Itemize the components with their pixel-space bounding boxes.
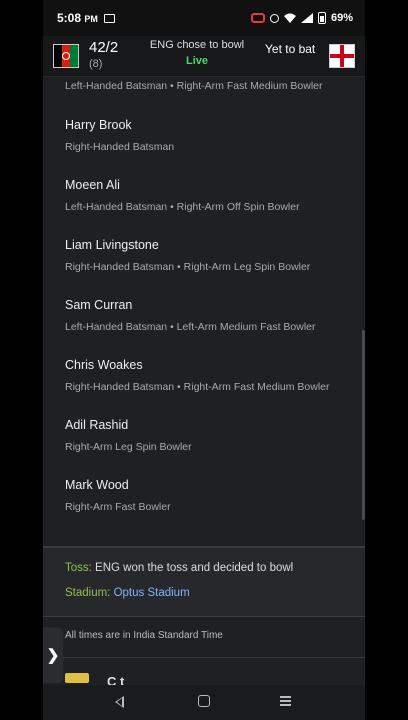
player-item[interactable]: Sam Curran Left-Handed Batsman • Left-Ar… bbox=[65, 298, 355, 333]
team1-overs: (8) bbox=[89, 58, 103, 70]
status-left: 5:08 PM bbox=[57, 11, 115, 25]
team2-status: Yet to bat bbox=[265, 42, 316, 56]
player-name: Moeen Ali bbox=[65, 178, 120, 192]
screen-record-icon bbox=[250, 13, 265, 23]
back-icon[interactable] bbox=[115, 696, 124, 708]
match-info-panel: Toss: ENG won the toss and decided to bo… bbox=[43, 548, 365, 616]
player-name: Mark Wood bbox=[65, 478, 129, 492]
score-header[interactable]: 42/2 (8) ENG chose to bowl Live Yet to b… bbox=[43, 36, 365, 77]
player-item[interactable]: Mark Wood Right-Arm Fast Bowler bbox=[65, 478, 355, 513]
player-item[interactable]: Adil Rashid Right-Arm Leg Spin Bowler bbox=[65, 418, 355, 453]
wifi-icon bbox=[283, 13, 296, 23]
alarm-icon bbox=[269, 13, 279, 23]
england-flag-icon bbox=[329, 44, 355, 68]
player-role: Left-Handed Batsman • Right-Arm Off Spin… bbox=[65, 201, 300, 213]
live-badge: Live bbox=[185, 55, 208, 67]
chevron-right-icon: ❯ bbox=[46, 647, 60, 664]
player-name: Sam Curran bbox=[65, 298, 133, 312]
recent-apps-icon[interactable] bbox=[280, 696, 291, 706]
timezone-note: All times are in India Standard Time bbox=[65, 630, 223, 641]
home-icon[interactable] bbox=[198, 695, 210, 707]
battery-percent: 69% bbox=[330, 12, 353, 24]
stadium-label: Stadium: bbox=[65, 587, 111, 599]
player-name: Liam Livingstone bbox=[65, 238, 159, 252]
player-role: Right-Arm Leg Spin Bowler bbox=[65, 441, 192, 453]
screen-cast-icon bbox=[103, 13, 115, 23]
player-item[interactable]: Liam Livingstone Right-Handed Batsman • … bbox=[65, 238, 355, 273]
clock-time: 5:08 bbox=[57, 11, 82, 25]
section-divider bbox=[43, 616, 365, 617]
player-role: Right-Handed Batsman • Right-Arm Leg Spi… bbox=[65, 261, 311, 273]
section-icon bbox=[65, 673, 89, 683]
player-item[interactable]: Harry Brook Right-Handed Batsman bbox=[65, 118, 355, 153]
player-item[interactable]: Chris Woakes Right-Handed Batsman • Righ… bbox=[65, 358, 355, 393]
side-panel-handle[interactable]: ❯ bbox=[43, 627, 63, 683]
app-screen: 5:08 PM 69% 42/2 (8) ENG chose to bowl L… bbox=[43, 0, 365, 720]
toss-label: Toss: bbox=[65, 562, 92, 574]
status-bar: 5:08 PM 69% bbox=[43, 0, 365, 36]
battery-icon bbox=[317, 12, 326, 24]
clock-ampm: PM bbox=[84, 14, 98, 24]
clock: 5:08 PM bbox=[57, 11, 98, 25]
toss-info: Toss: ENG won the toss and decided to bo… bbox=[65, 562, 293, 574]
afghanistan-flag-icon bbox=[53, 44, 79, 68]
status-right: 69% bbox=[250, 12, 353, 24]
stadium-link[interactable]: Optus Stadium bbox=[114, 587, 190, 599]
player-name: Chris Woakes bbox=[65, 358, 143, 372]
player-role: Right-Handed Batsman • Right-Arm Fast Me… bbox=[65, 381, 330, 393]
player-role-partial: Left-Handed Batsman • Right-Arm Fast Med… bbox=[65, 80, 323, 92]
toss-value: ENG won the toss and decided to bowl bbox=[95, 562, 294, 574]
player-item[interactable]: Moeen Ali Left-Handed Batsman • Right-Ar… bbox=[65, 178, 355, 213]
team1-score: 42/2 bbox=[89, 39, 119, 56]
player-name: Adil Rashid bbox=[65, 418, 129, 432]
stadium-info: Stadium: Optus Stadium bbox=[65, 587, 190, 599]
player-role: Right-Handed Batsman bbox=[65, 141, 175, 153]
player-role: Left-Handed Batsman • Left-Arm Medium Fa… bbox=[65, 321, 316, 333]
section-divider bbox=[43, 657, 365, 658]
toss-summary: ENG chose to bowl bbox=[149, 39, 245, 51]
scrollbar-thumb[interactable] bbox=[362, 330, 365, 520]
player-role: Right-Arm Fast Bowler bbox=[65, 501, 171, 513]
signal-icon bbox=[300, 13, 313, 23]
system-nav-bar bbox=[43, 685, 365, 720]
player-name: Harry Brook bbox=[65, 118, 132, 132]
